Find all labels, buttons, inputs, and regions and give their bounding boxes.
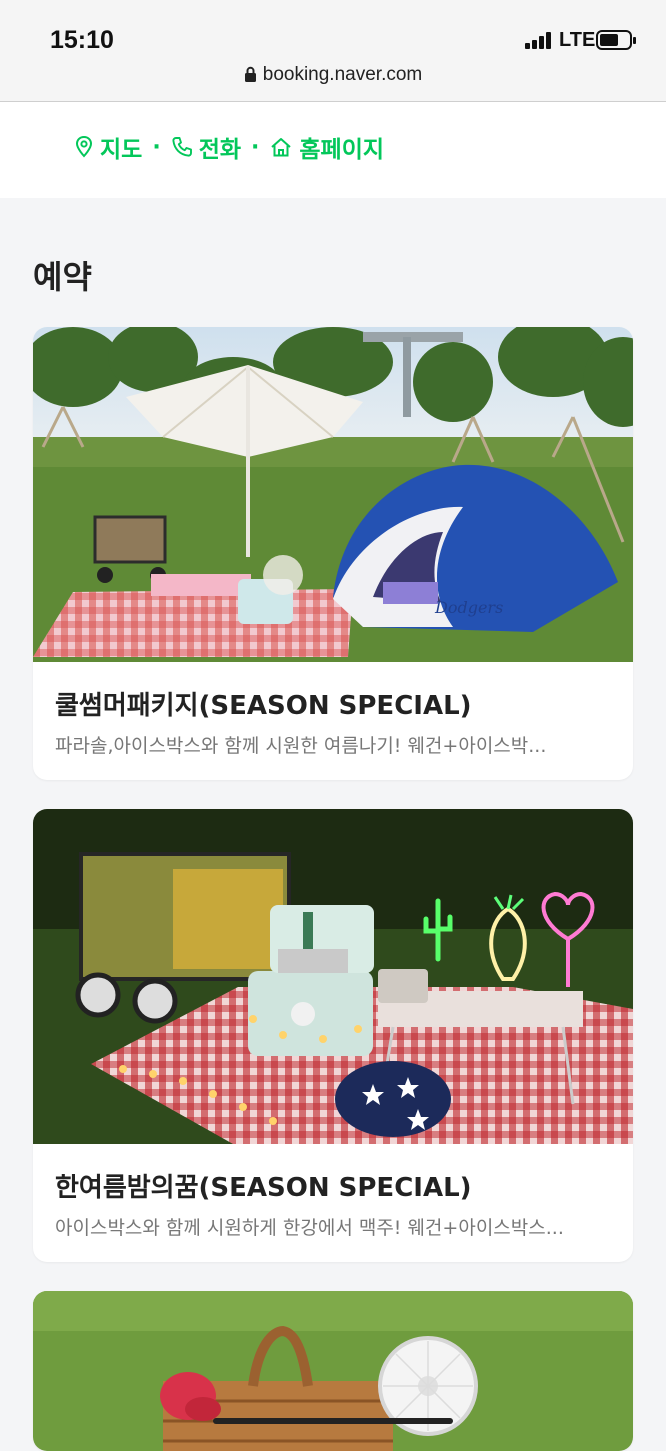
phone-icon [172,137,192,157]
home-icon [271,138,292,157]
phone-link-label: 전화 [198,137,242,163]
signal-icon [525,31,555,49]
package-title: 한여름밤의꿈(SEASON SPECIAL) [55,1173,472,1203]
section-title: 예약 [33,258,92,296]
package-title: 쿨썸머패키지(SEASON SPECIAL) [55,691,472,721]
night-picnic-photo [33,809,633,1144]
package-photo[interactable]: Dodgers [33,327,633,662]
homepage-link-label: 홈페이지 [299,137,385,163]
battery-icon [596,30,636,50]
network-label: LTE [559,29,596,51]
contact-links: 지도 · 전화 · 홈페이지 [74,130,384,164]
lock-icon [244,66,256,82]
place-info-section: 지도 · 전화 · 홈페이지 [0,102,666,198]
svg-text:Dodgers: Dodgers [434,598,503,617]
package-description: 파라솔,아이스박스와 함께 시원한 여름나기! 웨건+아이스박... [55,735,547,757]
basket-picnic-photo [33,1291,633,1451]
status-bar: 15:10 LTE booking.naver.com [0,0,666,102]
home-indicator[interactable] [213,1418,453,1424]
url-text: booking.naver.com [262,64,423,85]
status-time: 15:10 [50,26,114,54]
package-card[interactable]: 한여름밤의꿈(SEASON SPECIAL) 아이스박스와 함께 시원하게 한강… [33,809,633,1262]
package-card[interactable] [33,1291,633,1451]
package-photo[interactable] [33,809,633,1144]
parasol-tent-photo: Dodgers [33,327,633,662]
map-link-label: 지도 [100,137,143,163]
package-card[interactable]: Dodgers 쿨썸머패키지(SEASON SPECIAL) 파라솔,아이스박스… [33,327,633,780]
package-photo[interactable] [33,1291,633,1451]
address-bar[interactable]: booking.naver.com [0,64,666,86]
map-link[interactable]: 지도 [74,130,142,164]
package-description: 아이스박스와 함께 시원하게 한강에서 맥주! 웨건+아이스박스... [55,1217,564,1239]
separator: · [251,134,260,160]
separator: · [152,134,161,160]
homepage-link[interactable]: 홈페이지 [269,130,384,164]
map-pin-icon [75,135,93,158]
phone-link[interactable]: 전화 [171,130,241,164]
